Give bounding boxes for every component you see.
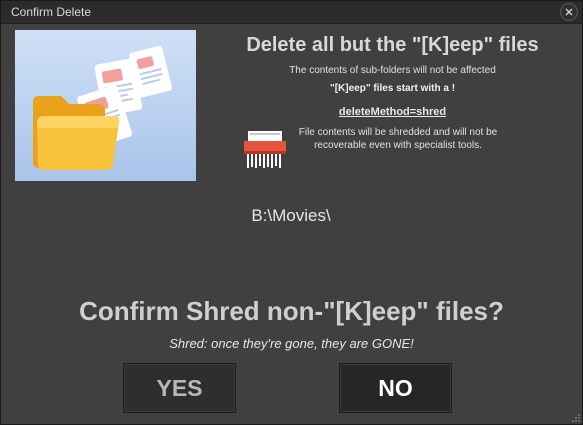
shred-warning: Shred: once they're gone, they are GONE! <box>169 336 414 351</box>
shred-description: File contents will be shredded and will … <box>298 127 498 151</box>
title-bar[interactable]: Confirm Delete <box>1 1 582 24</box>
folder-with-documents-icon <box>33 45 173 170</box>
delete-method-label: deleteMethod=shred <box>338 106 447 118</box>
no-button[interactable]: NO <box>339 363 452 413</box>
confirm-delete-dialog: Confirm Delete Delete all but the "[K]ee… <box>0 0 583 425</box>
close-button[interactable] <box>560 3 578 21</box>
confirm-question: Confirm Shred non-"[K]eep" files? <box>79 296 504 326</box>
shredder-icon <box>244 129 286 169</box>
window-title: Confirm Delete <box>11 5 92 19</box>
folder-illustration <box>15 30 196 181</box>
close-icon <box>565 8 573 16</box>
keep-files-note: "[K]eep" files start with a ! <box>329 83 456 94</box>
dialog-heading: Delete all but the "[K]eep" files <box>246 34 539 56</box>
resize-grip-icon[interactable] <box>570 412 580 422</box>
target-path: B:\Movies\ <box>251 206 331 225</box>
subfolder-note: The contents of sub-folders will not be … <box>289 65 496 76</box>
yes-button[interactable]: YES <box>123 363 236 413</box>
